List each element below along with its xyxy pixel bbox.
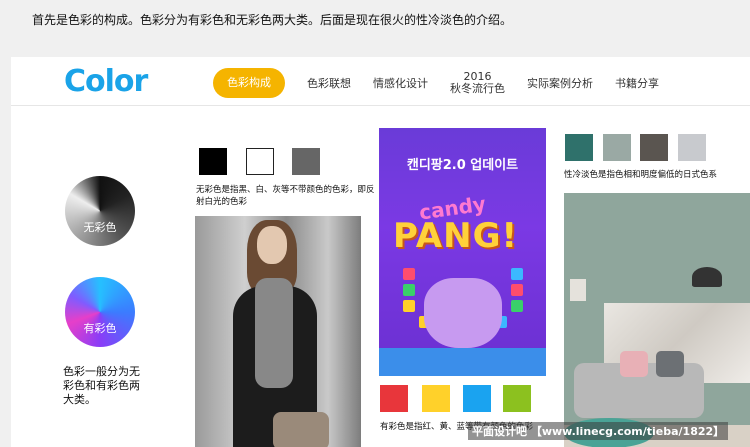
swatch-black <box>199 148 227 175</box>
nav-item-2016-line2: 秋冬流行色 <box>450 82 505 95</box>
content-card: Color 色彩构成 色彩联想 情感化设计 2016 秋冬流行色 实际案例分析 … <box>11 57 750 447</box>
achromatic-desc: 无彩色是指黑、白、灰等不带颜色的色彩，即反射白光的色彩 <box>196 185 375 207</box>
achromatic-wheel-label: 无彩色 <box>83 221 117 234</box>
room-pink-pillow <box>620 351 648 377</box>
swatch-dark-brown <box>640 134 668 161</box>
nav-item-color-composition[interactable]: 色彩构成 <box>213 68 285 98</box>
game-block <box>403 268 415 280</box>
nav-item-book-share[interactable]: 书籍分享 <box>615 77 659 90</box>
game-block <box>511 300 523 312</box>
nav-divider <box>11 105 750 106</box>
achromatic-photo <box>195 216 361 447</box>
color-logo[interactable]: Color <box>64 65 148 99</box>
room-lamp <box>692 267 722 287</box>
swatch-teal <box>565 134 593 161</box>
swatch-sage <box>603 134 631 161</box>
candy-pang-image: 캔디팡2.0 업데이트 candy PANG! <box>379 128 546 376</box>
chromatic-wheel-label: 有彩色 <box>83 322 117 335</box>
game-block <box>511 284 523 296</box>
photo-scarf <box>255 278 293 388</box>
top-nav: 色彩构成 色彩联想 情感化设计 2016 秋冬流行色 实际案例分析 书籍分享 <box>213 66 681 100</box>
swatch-gray <box>292 148 320 175</box>
room-gray-pillow <box>656 351 684 377</box>
game-korean-title: 캔디팡2.0 업데이트 <box>406 158 519 173</box>
swatch-green <box>503 385 531 412</box>
swatch-blue <box>463 385 491 412</box>
swatch-red <box>380 385 408 412</box>
game-cat-character <box>424 278 502 348</box>
swatch-light-gray <box>678 134 706 161</box>
cool-color-room-photo <box>564 193 750 447</box>
photo-face <box>257 226 287 264</box>
nav-item-2016-trend[interactable]: 2016 秋冬流行色 <box>450 71 505 95</box>
game-block <box>511 268 523 280</box>
nav-item-color-association[interactable]: 色彩联想 <box>307 77 351 90</box>
intro-text: 首先是色彩的构成。色彩分为有彩色和无彩色两大类。后面是现在很火的性冷淡色的介绍。 <box>32 13 513 27</box>
achromatic-wheel: 无彩色 <box>65 176 135 246</box>
cool-color-desc: 性冷淡色是指色相和明度偏低的日式色系 <box>564 170 718 180</box>
room-picture-frame <box>570 279 586 301</box>
swatch-yellow <box>422 385 450 412</box>
swatch-white <box>246 148 274 175</box>
nav-item-case-analysis[interactable]: 实际案例分析 <box>527 77 593 90</box>
color-classification-desc: 色彩一般分为无彩色和有彩色两大类。 <box>63 365 140 406</box>
photo-bag <box>273 412 329 447</box>
chromatic-wheel: 有彩色 <box>65 277 135 347</box>
game-bottom-bar <box>379 348 546 376</box>
game-block <box>403 284 415 296</box>
watermark: 平面设计吧 【www.linecg.com/tieba/1822】 <box>468 422 729 440</box>
game-pang-text: PANG! <box>393 216 518 256</box>
nav-item-emotional-design[interactable]: 情感化设计 <box>373 77 428 90</box>
game-block <box>403 300 415 312</box>
